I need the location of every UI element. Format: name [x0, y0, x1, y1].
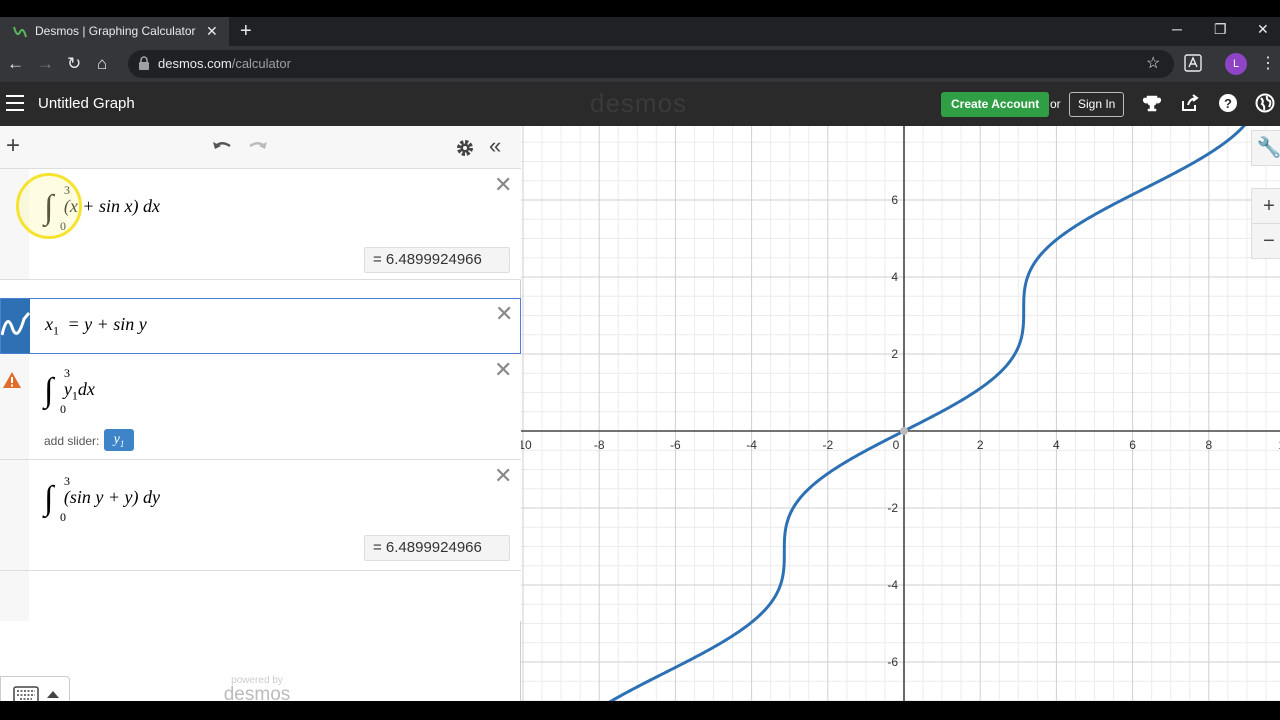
- back-icon[interactable]: ←: [7, 54, 24, 74]
- expression-item-1[interactable]: ∫ 3 0 (x + sin x) dx ✕ = 6.4899924966: [0, 169, 521, 280]
- window-close-icon[interactable]: ✕: [1257, 21, 1269, 38]
- desmos-favicon: [13, 26, 27, 38]
- profile-avatar[interactable]: L: [1225, 53, 1247, 75]
- y-tick-label: -4: [887, 578, 898, 592]
- sign-in-button[interactable]: Sign In: [1069, 92, 1125, 117]
- share-icon[interactable]: [1180, 93, 1200, 113]
- x-tick-label: 0: [893, 438, 900, 452]
- powered-by-desmos: powered by desmos: [223, 675, 291, 701]
- y-tick-label: 2: [891, 347, 898, 361]
- y-tick-label: -6: [887, 655, 898, 669]
- desmos-logo: desmos: [590, 88, 688, 118]
- pdf-extension-icon[interactable]: [1184, 54, 1202, 72]
- expression-gutter[interactable]: [0, 299, 31, 353]
- graph-background: [521, 126, 1280, 701]
- graph-svg[interactable]: -10-8-6-4-20246810-6-4-2246: [521, 126, 1280, 701]
- expression-toolbar: + «: [0, 126, 521, 169]
- browser-window: Desmos | Graphing Calculator ✕ + ─ ❐ ✕ ←…: [0, 17, 1280, 701]
- undo-icon[interactable]: [211, 138, 233, 156]
- address-bar[interactable]: desmos.com/calculator ☆: [128, 50, 1174, 78]
- x-tick-label: 8: [1205, 438, 1212, 452]
- y-tick-label: -2: [887, 501, 898, 515]
- menu-icon[interactable]: [6, 95, 24, 111]
- x-tick-label: -4: [746, 438, 757, 452]
- x-tick-label: 2: [977, 438, 984, 452]
- x-tick-label: 4: [1053, 438, 1060, 452]
- reload-icon[interactable]: ↻: [67, 54, 81, 74]
- close-icon[interactable]: ✕: [494, 174, 512, 196]
- expression-result: = 6.4899924966: [364, 247, 510, 273]
- browser-menu-icon[interactable]: ⋮: [1260, 53, 1276, 73]
- cursor-highlight: [16, 173, 82, 239]
- new-tab-button[interactable]: +: [240, 20, 252, 43]
- add-slider-button[interactable]: y1: [104, 429, 134, 451]
- zoom-out-icon[interactable]: −: [1251, 223, 1280, 259]
- keyboard-icon: [13, 686, 59, 701]
- x-tick-label: -10: [521, 438, 532, 452]
- expression-math[interactable]: ∫ 3 0 (sin y + y) dy: [44, 474, 160, 524]
- integral-symbol: ∫: [44, 480, 54, 517]
- x-tick-label: 6: [1129, 438, 1136, 452]
- graph-paper[interactable]: -10-8-6-4-20246810-6-4-2246 🔧 + −: [521, 126, 1280, 701]
- wave-icon: [0, 312, 31, 336]
- expression-item-2[interactable]: x1 = y + sin y ✕: [0, 298, 521, 354]
- expression-math[interactable]: x1 = y + sin y: [45, 314, 147, 339]
- or-label: or: [1050, 97, 1061, 111]
- x-tick-label: -8: [594, 438, 605, 452]
- redo-icon[interactable]: [247, 138, 269, 156]
- tab-title: Desmos | Graphing Calculator: [35, 24, 196, 38]
- minimize-icon[interactable]: ─: [1172, 21, 1182, 37]
- collapse-icon[interactable]: «: [489, 135, 501, 157]
- zoom-in-icon[interactable]: +: [1251, 188, 1280, 224]
- expression-math[interactable]: ∫ 3 0 y1dx: [44, 366, 95, 416]
- add-slider-label: add slider:: [44, 434, 100, 448]
- x-tick-label: -2: [822, 438, 833, 452]
- url-text: desmos.com/calculator: [158, 56, 291, 71]
- expression-item-empty[interactable]: [0, 571, 521, 621]
- lock-icon: [139, 56, 149, 70]
- integral-symbol: ∫: [44, 372, 54, 409]
- globe-icon[interactable]: [1255, 93, 1275, 113]
- expression-gutter: [0, 571, 29, 621]
- x-tick-label: -6: [670, 438, 681, 452]
- expression-item-4[interactable]: ∫ 3 0 (sin y + y) dy ✕ = 6.4899924966: [0, 460, 521, 571]
- forward-icon[interactable]: →: [37, 54, 54, 74]
- origin-point[interactable]: [900, 427, 908, 435]
- desmos-header: Untitled Graph desmos Create Account or …: [0, 82, 1280, 126]
- star-icon[interactable]: ☆: [1146, 53, 1160, 73]
- browser-tab[interactable]: Desmos | Graphing Calculator ✕: [0, 17, 229, 46]
- add-expression-icon[interactable]: +: [6, 134, 20, 158]
- svg-text:?: ?: [1224, 96, 1232, 111]
- browser-toolbar: ← → ↻ ⌂ desmos.com/calculator ☆ L ⋮: [0, 46, 1280, 82]
- y-tick-label: 6: [891, 193, 898, 207]
- close-icon[interactable]: ✕: [494, 359, 512, 381]
- graph-title[interactable]: Untitled Graph: [38, 95, 135, 112]
- close-icon[interactable]: ✕: [495, 303, 513, 325]
- create-account-button[interactable]: Create Account: [941, 92, 1050, 117]
- close-icon[interactable]: ✕: [206, 23, 218, 40]
- trophy-icon[interactable]: [1142, 93, 1162, 113]
- tab-strip: Desmos | Graphing Calculator ✕ + ─ ❐ ✕: [0, 17, 1280, 46]
- help-icon[interactable]: ?: [1218, 93, 1238, 113]
- gear-icon[interactable]: [455, 138, 475, 158]
- expression-gutter: [0, 460, 29, 570]
- expression-gutter: [0, 354, 29, 459]
- restore-icon[interactable]: ❐: [1214, 21, 1227, 38]
- warning-icon: [3, 372, 21, 388]
- y-tick-label: 4: [891, 270, 898, 284]
- close-icon[interactable]: ✕: [494, 465, 512, 487]
- wrench-icon[interactable]: 🔧: [1251, 130, 1280, 166]
- home-icon[interactable]: ⌂: [97, 54, 107, 74]
- expression-item-3[interactable]: ∫ 3 0 y1dx ✕ add slider: y1: [0, 354, 521, 460]
- keyboard-toggle-button[interactable]: [0, 676, 70, 701]
- expression-result: = 6.4899924966: [364, 535, 510, 561]
